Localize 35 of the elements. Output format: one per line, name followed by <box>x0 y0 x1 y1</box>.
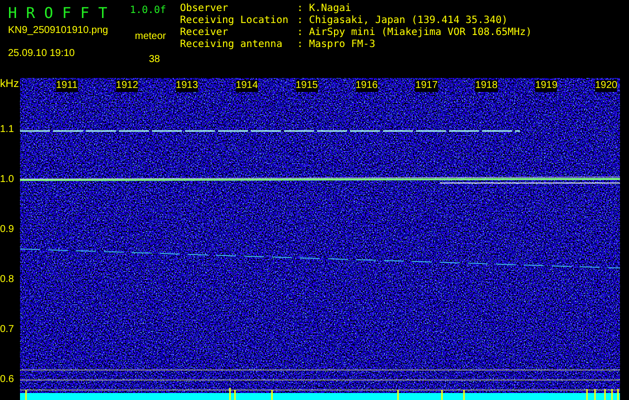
timestamp: 25.09.10 19:10 <box>8 47 75 60</box>
info-value: Chigasaki, Japan (139.414 35.340) <box>309 15 509 27</box>
file-name: KN9_2509101910.png <box>8 24 108 37</box>
info-label: Receiving Location <box>180 15 290 27</box>
time-label: 1919 <box>535 80 558 92</box>
count-label: meteor <box>134 30 166 43</box>
time-label: 1914 <box>236 80 258 92</box>
axis-unit: kHz <box>0 78 19 90</box>
separator: : <box>297 39 304 51</box>
time-label: 1915 <box>296 80 318 92</box>
time-label: 1916 <box>356 80 378 92</box>
info-value: K.Nagai <box>309 3 352 15</box>
axis-tick-label: 0.9 <box>0 223 14 237</box>
version-label: 1.0.0f <box>130 4 166 18</box>
separator: : <box>297 3 304 15</box>
info-value: Maspro FM-3 <box>309 39 376 51</box>
time-label: 1912 <box>116 80 138 92</box>
time-label: 1920 <box>595 80 618 92</box>
time-label: 1918 <box>475 80 498 92</box>
axis-tick-label: 0.6 <box>0 373 14 387</box>
axis-tick-label: 0.8 <box>0 273 14 287</box>
time-label: 1913 <box>176 80 198 92</box>
axis-tick-label: 0.7 <box>0 323 14 337</box>
info-value: AirSpy mini (Miakejima VOR 108.65MHz) <box>309 27 532 39</box>
info-label: Observer <box>180 3 230 15</box>
info-label: Receiving antenna <box>180 39 284 51</box>
time-label: 1917 <box>415 80 438 92</box>
app-title: H R O F F T <box>8 4 108 22</box>
info-label: Receiver <box>180 27 230 39</box>
axis-tick-label: 1.1 <box>0 123 14 137</box>
separator: : <box>297 27 304 39</box>
time-label: 1911 <box>56 80 78 92</box>
axis-tick-label: 1.0 <box>0 173 14 187</box>
meteor-count: 38 <box>148 53 161 66</box>
separator: : <box>297 15 304 27</box>
